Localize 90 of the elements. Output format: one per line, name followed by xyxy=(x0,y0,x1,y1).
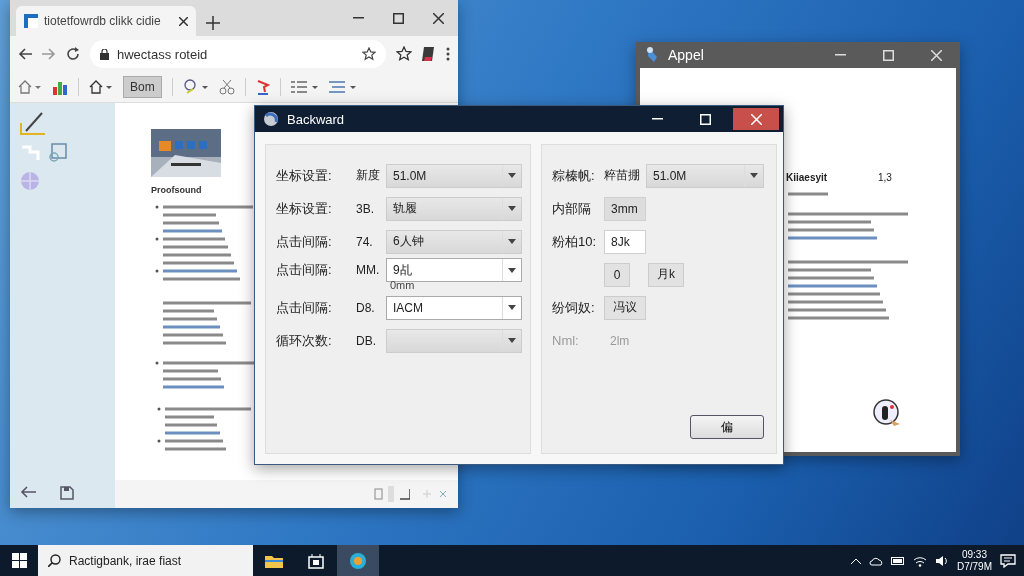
dropdown[interactable]: 51.0M xyxy=(386,163,522,188)
window-title: Backward xyxy=(287,111,345,127)
chart-icon[interactable] xyxy=(52,79,68,95)
browser-icon[interactable] xyxy=(349,551,367,570)
page-number: 1,3 xyxy=(878,172,892,183)
shape-icon[interactable] xyxy=(182,79,209,95)
pencil-icon[interactable] xyxy=(20,111,46,135)
reload-icon[interactable] xyxy=(66,47,80,61)
back-icon[interactable] xyxy=(18,48,32,60)
caret-icon xyxy=(508,239,516,244)
close-icon xyxy=(750,113,762,125)
input-field[interactable]: 3mm xyxy=(604,196,646,221)
small-button[interactable]: 冯议 xyxy=(604,295,646,320)
field-prefix: 新度 xyxy=(356,167,381,184)
star-icon[interactable] xyxy=(396,46,412,62)
dropdown[interactable]: 轨履 xyxy=(386,196,522,221)
store-icon[interactable] xyxy=(308,552,324,569)
field-label: 粉柏10: xyxy=(552,232,598,251)
field-label: Nml: xyxy=(552,333,580,348)
clock-time: 09:33 xyxy=(961,548,987,561)
close-icon[interactable] xyxy=(432,12,444,24)
field-label: 点击间隔: xyxy=(276,298,333,317)
input-field[interactable]: 8Jk xyxy=(604,229,646,254)
save-icon[interactable] xyxy=(60,486,74,500)
small-button[interactable]: 0 xyxy=(604,262,630,287)
app-icon xyxy=(263,111,279,127)
caret-icon xyxy=(508,206,516,211)
dropdown[interactable]: 51.0M xyxy=(646,163,764,188)
field-label: 纷饲奴: xyxy=(552,298,596,317)
small-button[interactable]: 月k xyxy=(648,262,684,287)
action-button[interactable]: 偏 xyxy=(690,415,764,439)
search-field[interactable]: Ractigbank, irae fiast xyxy=(38,545,253,576)
browser-tab[interactable]: tiotetfowrdb clikk cidie xyxy=(16,6,196,36)
dropdown[interactable]: IACM xyxy=(386,295,522,320)
search-icon xyxy=(48,554,61,567)
field-label: 粽榛帆: xyxy=(552,166,596,185)
menu-icon[interactable] xyxy=(446,47,450,61)
cloud-icon[interactable] xyxy=(869,555,883,566)
value-text: 2lm xyxy=(609,333,630,348)
window-title: Appel xyxy=(668,47,704,63)
network-icon[interactable] xyxy=(913,554,927,567)
field-label: 点击间隔: xyxy=(276,232,333,251)
page-icon xyxy=(24,14,38,28)
star-icon[interactable] xyxy=(362,47,376,61)
field-label: 内部隔 xyxy=(552,199,592,218)
dropdown[interactable]: 6人钟 xyxy=(386,229,522,254)
caret-icon xyxy=(750,173,758,178)
extension-icon[interactable] xyxy=(422,46,436,62)
caret-icon xyxy=(508,173,516,178)
field-label: 坐标设置: xyxy=(276,199,333,218)
bookmark-button[interactable]: Bom xyxy=(123,76,162,98)
field-label: 坐标设置: xyxy=(276,166,333,185)
field-prefix: 74. xyxy=(356,234,374,249)
close-icon[interactable] xyxy=(179,16,188,26)
list-icon[interactable] xyxy=(328,80,357,94)
page-view-icon[interactable] xyxy=(374,486,410,502)
field-prefix: DB. xyxy=(356,333,377,348)
minimize-icon[interactable] xyxy=(352,17,364,19)
windows-icon[interactable] xyxy=(11,553,27,568)
list-icon[interactable] xyxy=(290,80,319,94)
field-prefix: 粹苗掤 xyxy=(604,167,640,184)
field-prefix: MM. xyxy=(356,263,381,278)
field-label: 循环次数: xyxy=(276,331,333,350)
caret-icon xyxy=(508,305,516,310)
caret-icon xyxy=(508,267,516,273)
notification-icon[interactable] xyxy=(1000,553,1016,568)
plus-icon[interactable] xyxy=(206,16,220,30)
field-prefix: 3B. xyxy=(356,201,375,216)
folder-icon[interactable] xyxy=(265,553,283,568)
minimize-icon[interactable] xyxy=(651,118,663,120)
marker-icon[interactable] xyxy=(255,79,270,95)
caret-icon xyxy=(508,338,516,343)
chevron-icon[interactable] xyxy=(851,557,861,564)
clock-date: D7/79M xyxy=(957,560,992,573)
volume-icon[interactable] xyxy=(935,554,949,567)
home-icon[interactable] xyxy=(89,80,113,94)
back-icon[interactable] xyxy=(20,486,36,498)
forward-icon[interactable] xyxy=(42,48,56,60)
battery-icon[interactable] xyxy=(891,556,905,565)
maximize-icon[interactable] xyxy=(392,12,404,24)
address-bar[interactable]: hwectass roteid xyxy=(90,40,386,68)
lock-icon xyxy=(100,48,109,60)
close-button[interactable] xyxy=(733,108,779,130)
field-label: 点击间隔: xyxy=(276,261,333,280)
app-icon xyxy=(646,47,660,63)
field-prefix: D8. xyxy=(356,300,376,315)
document-heading: Proofsound xyxy=(151,185,203,195)
document-heading: Kiiaesyit xyxy=(786,172,828,183)
mascot-icon xyxy=(872,398,902,428)
scissors-icon[interactable] xyxy=(218,79,235,95)
